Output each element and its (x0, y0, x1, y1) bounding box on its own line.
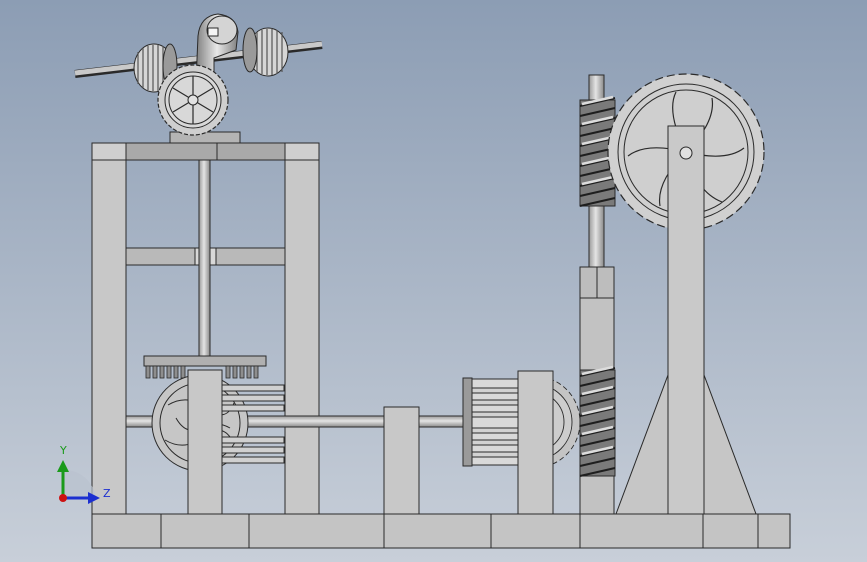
cage-disc-right (462, 377, 473, 467)
y-axis-label: Y (59, 444, 67, 457)
assembly-drawing: Y Z (0, 0, 867, 562)
lantern-cage-right (469, 378, 521, 466)
vertical-shaft-left (198, 159, 211, 359)
cad-viewport[interactable]: Y Z (0, 0, 867, 562)
origin-dot (59, 494, 67, 502)
bearing-post-middle (383, 406, 420, 515)
bearing-post-left (187, 369, 223, 515)
base-plate (91, 513, 791, 549)
top-cage-right (242, 27, 289, 77)
top-spur-gear (157, 64, 229, 136)
lower-worm-screw (579, 365, 616, 477)
z-axis-label: Z (103, 487, 111, 500)
wheel-axle-pin (679, 146, 693, 160)
right-tall-post (667, 125, 705, 515)
top-platform (169, 131, 241, 144)
bearing-post-right (517, 370, 554, 515)
